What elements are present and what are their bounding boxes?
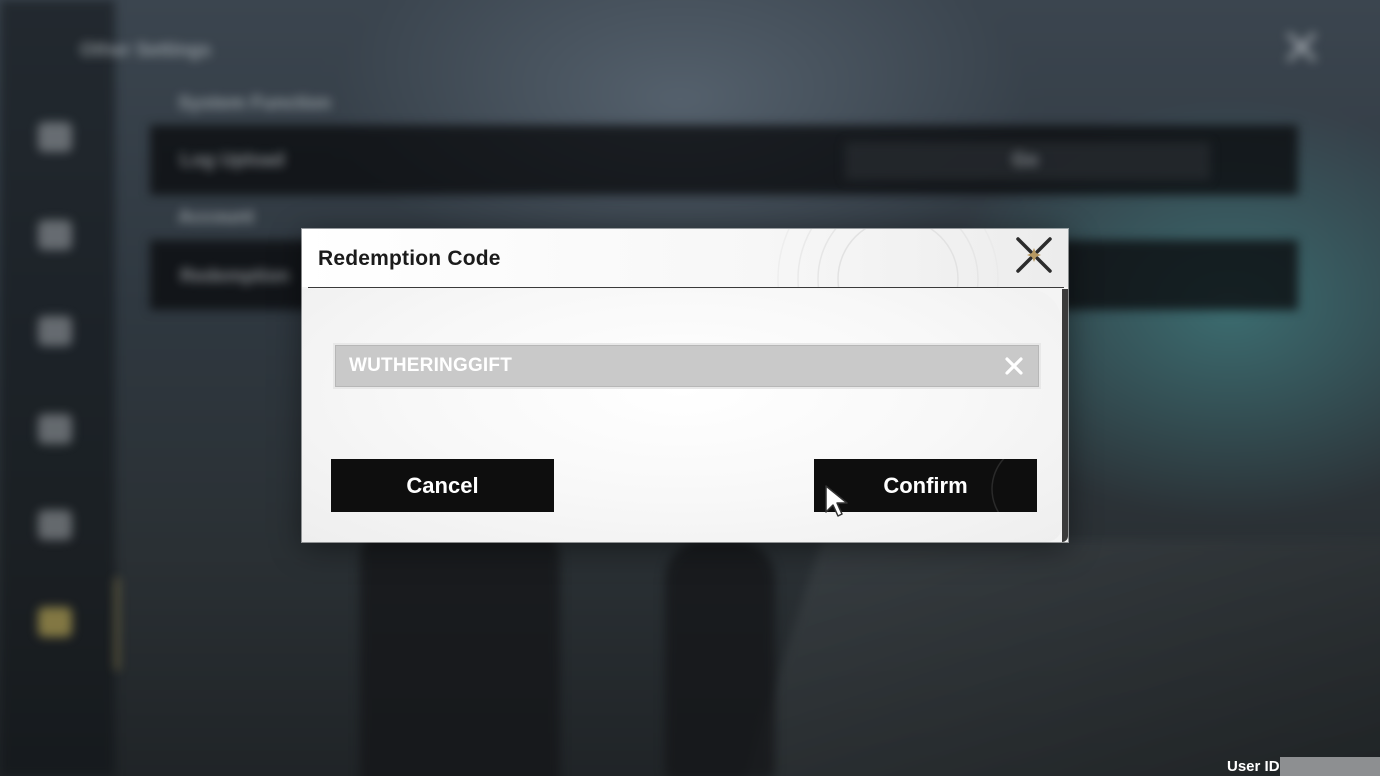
header-divider (308, 287, 1064, 288)
section-system-function: System Function (178, 93, 332, 114)
redemption-code-field (333, 343, 1041, 389)
user-id-label: User ID: (1227, 758, 1285, 775)
settings-sidebar (0, 0, 115, 776)
sidebar-icon-controller (38, 414, 72, 444)
sidebar-icon-keyboard (38, 510, 72, 540)
settings-close-icon (1284, 30, 1318, 64)
log-upload-value: Go (1012, 150, 1039, 171)
sidebar-icon-audio (38, 122, 72, 152)
confirm-button-label: Confirm (883, 472, 968, 498)
x-icon[interactable] (1003, 355, 1025, 377)
section-account: Account (178, 207, 254, 228)
sidebar-icon-other (38, 607, 72, 637)
log-upload-label: Log Upload (180, 150, 285, 171)
dialog-edge (1062, 289, 1068, 542)
redemption-code-input[interactable] (349, 345, 989, 387)
redemption-dialog: Redemption Code Cancel Confirm (302, 229, 1068, 542)
cancel-button-label: Cancel (406, 472, 479, 498)
user-id-value-box (1280, 757, 1380, 776)
header-decoration (777, 229, 1019, 287)
sidebar-active-rail (115, 578, 119, 670)
close-star-icon[interactable] (1014, 235, 1054, 275)
dialog-title: Redemption Code (318, 247, 501, 270)
character-figure-right (665, 540, 775, 776)
sidebar-icon-display (38, 220, 72, 250)
sidebar-icon-shield (38, 316, 72, 346)
mouse-pointer-icon (825, 485, 848, 517)
sidebar-title: Other Settings (80, 40, 211, 61)
cancel-button[interactable]: Cancel (331, 459, 554, 512)
character-figure-left (360, 520, 560, 776)
confirm-decoration (991, 459, 1005, 512)
floor-shape (737, 540, 1380, 776)
redemption-label: Redemption (180, 266, 290, 287)
dialog-header: Redemption Code (302, 229, 1068, 287)
